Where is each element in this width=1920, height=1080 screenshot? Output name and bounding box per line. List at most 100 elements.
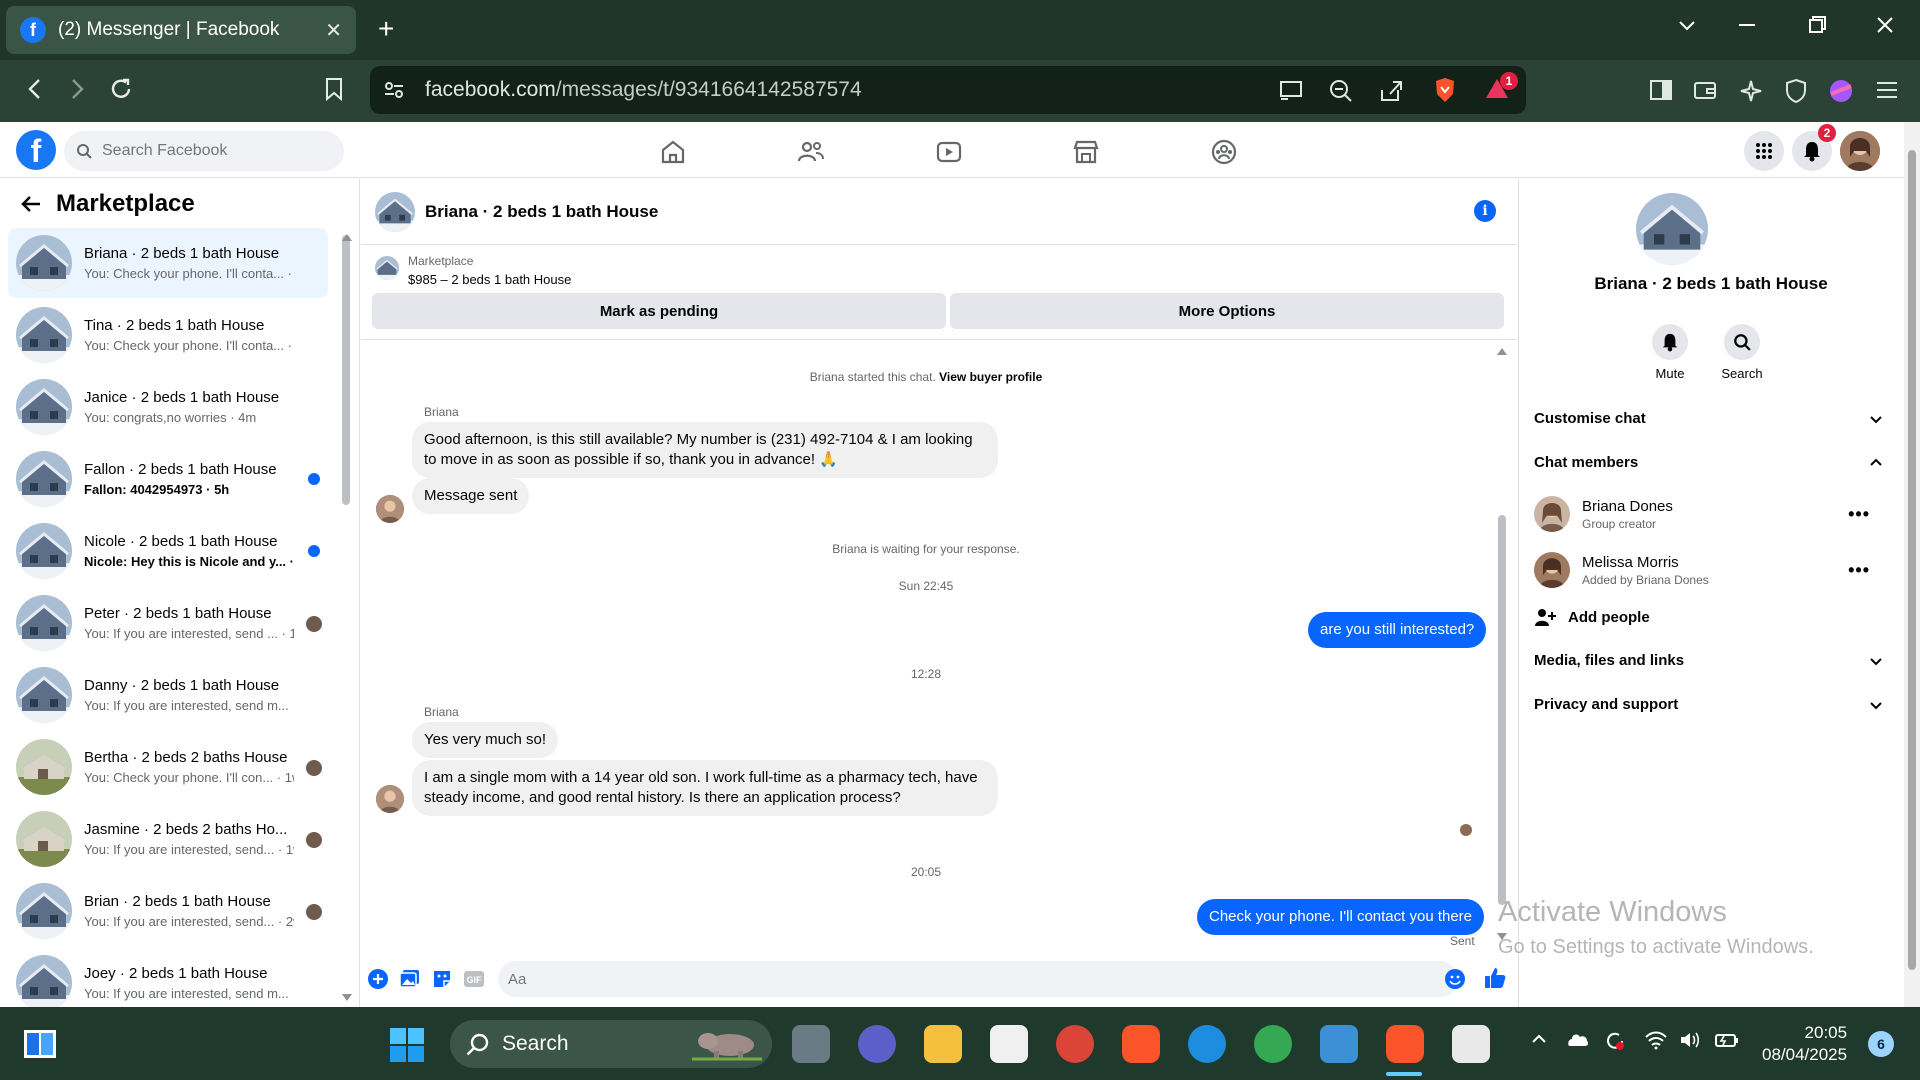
chat-header-thumbnail[interactable]	[375, 191, 415, 232]
conversation-item[interactable]: Bertha · 2 beds 2 baths House You: Check …	[8, 732, 328, 802]
edge-icon[interactable]	[1188, 1025, 1226, 1063]
message-input[interactable]	[498, 961, 1458, 997]
scroll-down-icon[interactable]	[341, 993, 353, 1003]
tab-search-chevron-icon[interactable]	[1676, 14, 1698, 36]
home-icon[interactable]	[658, 137, 688, 167]
conversation-item[interactable]: Tina · 2 beds 1 bath House You: Check you…	[8, 300, 328, 370]
teams-chat-icon[interactable]	[858, 1025, 896, 1063]
brave-active-icon[interactable]	[1386, 1025, 1424, 1063]
sticker-icon[interactable]	[431, 968, 453, 990]
vpn-shield-icon[interactable]	[1784, 78, 1808, 104]
tab-close-icon[interactable]: ✕	[325, 18, 342, 43]
scroll-up-icon[interactable]	[341, 232, 353, 242]
plus-circle-icon[interactable]	[367, 968, 389, 990]
url-text[interactable]: facebook.com/messages/t/9341664142587574	[425, 78, 862, 102]
gif-icon[interactable]: GIF	[463, 968, 485, 990]
thumbs-up-icon[interactable]	[1483, 966, 1506, 988]
browser-menu-icon[interactable]	[1874, 78, 1900, 102]
back-icon[interactable]	[22, 76, 48, 102]
more-options-button[interactable]: More Options	[950, 293, 1504, 329]
site-settings-icon[interactable]	[382, 78, 406, 102]
incoming-message[interactable]: Yes very much so!	[412, 722, 558, 758]
share-icon[interactable]	[1378, 78, 1404, 104]
more-options-icon[interactable]: •••	[1848, 560, 1870, 581]
view-buyer-profile-link[interactable]: View buyer profile	[939, 370, 1042, 384]
sender-avatar[interactable]	[376, 785, 404, 813]
chat-members-section[interactable]: Chat members	[1534, 454, 1884, 471]
conversation-item[interactable]: Danny · 2 beds 1 bath House You: If you a…	[8, 660, 328, 730]
conversation-list-scrollbar[interactable]	[342, 235, 350, 505]
emoji-icon[interactable]	[1444, 968, 1466, 990]
tray-overflow-icon[interactable]	[1530, 1030, 1548, 1048]
listing-thumbnail[interactable]	[375, 256, 399, 280]
chrome-profile-icon[interactable]	[1254, 1025, 1292, 1063]
wifi-icon[interactable]	[1644, 1030, 1668, 1050]
file-explorer-icon[interactable]	[924, 1025, 962, 1063]
incoming-message[interactable]: Message sent	[412, 478, 530, 514]
widgets-icon[interactable]	[22, 1026, 60, 1064]
conversation-item[interactable]: Peter · 2 beds 1 bath House You: If you a…	[8, 588, 328, 658]
sync-icon[interactable]	[1604, 1030, 1626, 1052]
sidebar-toggle-icon[interactable]	[1648, 78, 1674, 102]
chrome-icon[interactable]	[1056, 1025, 1094, 1063]
member-row[interactable]: Melissa Morris Added by Briana Dones •••	[1534, 548, 1884, 592]
forward-icon[interactable]	[64, 76, 90, 102]
wallet-icon[interactable]	[1692, 78, 1718, 102]
sender-avatar[interactable]	[376, 495, 404, 523]
mute-button[interactable]: Mute	[1640, 324, 1700, 381]
taskbar-search[interactable]: Search	[450, 1020, 772, 1068]
groups-icon[interactable]	[1209, 137, 1239, 167]
chat-scrollbar[interactable]	[1498, 515, 1506, 905]
more-options-icon[interactable]: •••	[1848, 504, 1870, 525]
bookmark-icon[interactable]	[322, 76, 346, 102]
facebook-search[interactable]	[64, 131, 344, 171]
chat-scroll-up-icon[interactable]	[1496, 346, 1508, 356]
photo-icon[interactable]	[399, 968, 421, 990]
task-view-icon[interactable]	[792, 1025, 830, 1063]
volume-icon[interactable]	[1678, 1030, 1702, 1050]
media-files-section[interactable]: Media, files and links	[1534, 652, 1884, 669]
member-row[interactable]: Briana Dones Group creator •••	[1534, 492, 1884, 536]
browser-tab[interactable]: f (2) Messenger | Facebook ✕	[6, 6, 356, 54]
close-window-icon[interactable]	[1874, 14, 1896, 36]
new-tab-button[interactable]: +	[378, 14, 394, 44]
conversation-item[interactable]: Brian · 2 beds 1 bath House You: If you a…	[8, 876, 328, 946]
add-people-button[interactable]: Add people	[1534, 607, 1650, 627]
mark-as-pending-button[interactable]: Mark as pending	[372, 293, 946, 329]
windows-start-icon[interactable]	[388, 1026, 426, 1064]
brave-shields-icon[interactable]	[1432, 76, 1458, 104]
conversation-item[interactable]: Nicole · 2 beds 1 bath House Nicole: Hey …	[8, 516, 328, 586]
taskbar-clock[interactable]: 20:05 08/04/2025	[1762, 1022, 1847, 1066]
profile-extension-icon[interactable]	[1828, 78, 1854, 104]
minimize-icon[interactable]	[1736, 14, 1758, 36]
page-scrollbar[interactable]	[1904, 122, 1920, 1007]
chat-title[interactable]: Briana · 2 beds 1 bath House	[425, 202, 658, 222]
microsoft-store-icon[interactable]	[990, 1025, 1028, 1063]
brave-taskbar-icon[interactable]	[1122, 1025, 1160, 1063]
reload-icon[interactable]	[108, 76, 134, 102]
notepad-icon[interactable]	[1320, 1025, 1358, 1063]
privacy-support-section[interactable]: Privacy and support	[1534, 696, 1884, 713]
battery-icon[interactable]	[1714, 1030, 1740, 1050]
zoom-out-icon[interactable]	[1328, 78, 1354, 104]
friends-icon[interactable]	[796, 137, 826, 167]
conversation-item[interactable]: Fallon · 2 beds 1 bath House Fallon: 4042…	[8, 444, 328, 514]
cast-icon[interactable]	[1278, 78, 1304, 102]
marketplace-icon[interactable]	[1071, 137, 1101, 167]
profile-avatar[interactable]	[1840, 131, 1880, 171]
outgoing-message[interactable]: Check your phone. I'll contact you there	[1197, 899, 1485, 935]
chat-info-thumbnail[interactable]	[1636, 193, 1708, 265]
incoming-message[interactable]: Good afternoon, is this still available?…	[412, 422, 998, 478]
notification-center-badge[interactable]: 6	[1868, 1031, 1894, 1057]
page-scrollbar-thumb[interactable]	[1908, 150, 1916, 970]
listing-price[interactable]: $985 – 2 beds 1 bath House	[408, 272, 571, 287]
snipping-tool-icon[interactable]	[1452, 1025, 1490, 1063]
restore-icon[interactable]	[1806, 14, 1828, 36]
conversation-item[interactable]: Janice · 2 beds 1 bath House You: congrat…	[8, 372, 328, 442]
outgoing-message[interactable]: are you still interested?	[1308, 612, 1487, 648]
info-icon[interactable]: i	[1474, 200, 1496, 222]
conversation-item[interactable]: Briana · 2 beds 1 bath House You: Check y…	[8, 228, 328, 298]
facebook-logo-icon[interactable]: f	[16, 130, 56, 170]
conversation-item[interactable]: Jasmine · 2 beds 2 baths Ho... You: If yo…	[8, 804, 328, 874]
menu-grid-icon[interactable]	[1744, 131, 1784, 171]
